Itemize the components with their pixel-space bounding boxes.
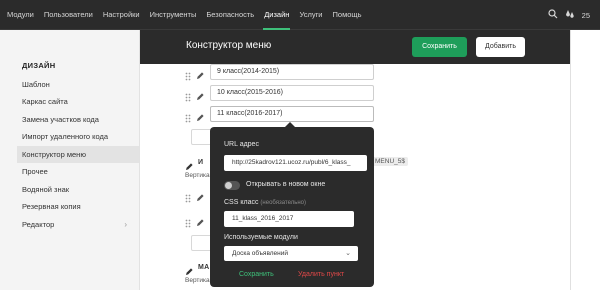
sidebar-item-label: Замена участков кода	[22, 115, 99, 124]
open-new-window-toggle[interactable]	[224, 181, 240, 190]
add-button[interactable]: Добавить	[476, 37, 525, 57]
menu-block-subtitle: Вертика	[185, 172, 210, 179]
page-title: Конструктор меню	[186, 40, 272, 51]
menu-code-tag: MENU_5$	[372, 157, 408, 166]
sidebar-item-label: Каркас сайта	[22, 97, 68, 106]
sidebar-item-import-remote-code[interactable]: Импорт удаленного кода	[17, 128, 139, 145]
sidebar-item-code-replace[interactable]: Замена участков кода	[17, 111, 139, 128]
css-class-input[interactable]: 11_klass_2016_2017	[224, 211, 354, 227]
url-input[interactable]: http://25kadrov121.ucoz.ru/publ/6_klass_	[224, 155, 367, 171]
modules-label: Используемые модули	[224, 234, 298, 241]
pencil-icon[interactable]	[196, 67, 205, 85]
menu-item-title-field[interactable]: 11 класс(2016-2017)	[210, 106, 374, 122]
css-class-hint: (необязательно)	[260, 200, 307, 206]
search-icon[interactable]	[548, 6, 558, 24]
nav-item-modules[interactable]: Модули	[0, 0, 39, 30]
pencil-icon[interactable]	[196, 88, 205, 106]
drag-handle-icon[interactable]	[185, 68, 191, 86]
toggle-knob	[225, 182, 232, 189]
delete-item-button[interactable]: Удалить пункт	[298, 271, 344, 278]
open-new-window-label: Открывать в новом окне	[246, 181, 326, 188]
menu-block-subtitle: Вертика	[185, 277, 210, 284]
menu-item-settings-popover: URL адрес http://25kadrov121.ucoz.ru/pub…	[210, 122, 374, 287]
sidebar-item-site-frame[interactable]: Каркас сайта	[17, 93, 139, 110]
nav-item-services[interactable]: Услуги	[294, 0, 327, 30]
nav-item-settings[interactable]: Настройки	[98, 0, 145, 30]
popover-save-button[interactable]: Сохранить	[239, 271, 274, 278]
menu-item-title-field[interactable]: 10 класс(2015-2016)	[210, 85, 374, 101]
chevron-down-icon: ⌄	[345, 250, 351, 257]
sidebar-item-watermark[interactable]: Водяной знак	[17, 181, 139, 198]
save-button[interactable]: Сохранить	[412, 37, 467, 57]
menu-block-title: МА	[198, 264, 210, 271]
sidebar-item-template[interactable]: Шаблон	[17, 76, 139, 93]
drag-handle-icon[interactable]	[185, 110, 191, 128]
sidebar-item-label: Редактор	[22, 220, 55, 229]
sidebar-item-label: Водяной знак	[22, 185, 70, 194]
main-menu: Модули Пользователи Настройки Инструмент…	[0, 0, 366, 30]
sidebar-item-label: Импорт удаленного кода	[22, 132, 109, 141]
nav-item-security[interactable]: Безопасность	[201, 0, 259, 30]
css-class-label-text: CSS класс	[224, 199, 259, 206]
sidebar-item-label: Резервная копия	[22, 202, 81, 211]
sidebar-item-other[interactable]: Прочее	[17, 163, 139, 180]
sidebar-item-label: Шаблон	[22, 80, 50, 89]
pencil-icon[interactable]	[196, 109, 205, 127]
pencil-icon[interactable]	[196, 214, 205, 232]
scrollbar[interactable]	[570, 30, 571, 290]
drag-handle-icon[interactable]	[185, 215, 191, 233]
top-tools: 25	[548, 0, 590, 30]
sidebar-section-title: ДИЗАЙН	[22, 61, 56, 70]
sidebar-item-menu-builder[interactable]: Конструктор меню	[17, 146, 139, 163]
sidebar-item-editor[interactable]: Редактор ›	[17, 216, 139, 233]
sidebar-item-label: Конструктор меню	[22, 150, 86, 159]
page-header: Конструктор меню Сохранить Добавить	[140, 30, 570, 64]
modules-select-value: Доска объявлений	[232, 250, 289, 257]
notification-count[interactable]: 25	[582, 11, 590, 20]
drag-handle-icon[interactable]	[185, 190, 191, 208]
url-label: URL адрес	[224, 141, 259, 148]
pencil-icon[interactable]	[196, 189, 205, 207]
drag-handle-icon[interactable]	[185, 89, 191, 107]
nav-item-users[interactable]: Пользователи	[39, 0, 98, 30]
sidebar-item-label: Прочее	[22, 167, 48, 176]
menu-block-title: И	[198, 159, 204, 166]
modules-select[interactable]: Доска объявлений ⌄	[224, 246, 358, 261]
css-class-label: CSS класс (необязательно)	[224, 199, 306, 206]
sidebar-item-backup[interactable]: Резервная копия	[17, 198, 139, 215]
top-navigation-bar: Модули Пользователи Настройки Инструмент…	[0, 0, 600, 30]
nav-item-design[interactable]: Дизайн	[259, 0, 294, 30]
nav-item-tools[interactable]: Инструменты	[145, 0, 202, 30]
menu-item-title-field[interactable]: 9 класс(2014-2015)	[210, 64, 374, 80]
sidebar: ДИЗАЙН Шаблон Каркас сайта Замена участк…	[0, 30, 140, 290]
chevron-right-icon: ›	[124, 220, 127, 229]
drops-icon[interactable]	[565, 6, 575, 24]
nav-item-help[interactable]: Помощь	[328, 0, 367, 30]
